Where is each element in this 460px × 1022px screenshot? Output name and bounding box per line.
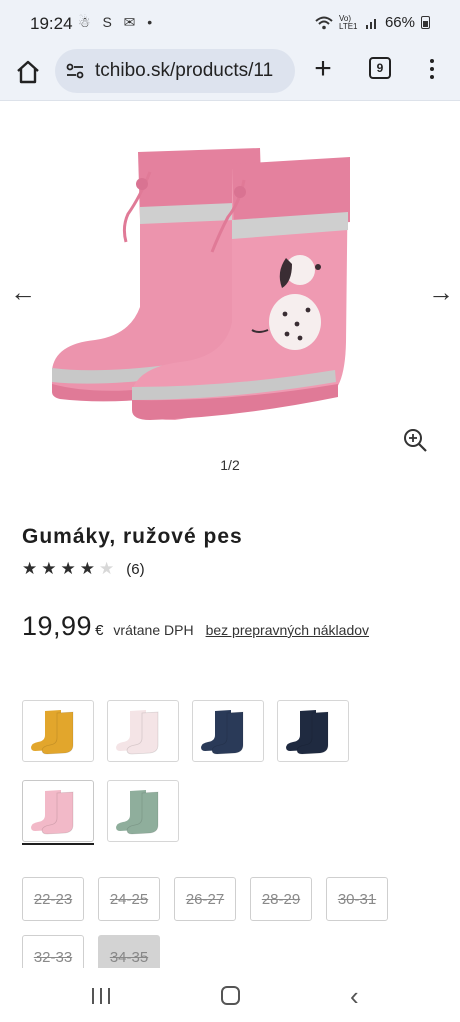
- system-icons: Vo) LTE1 66%: [315, 14, 430, 31]
- previous-image-arrow-icon[interactable]: ←: [10, 277, 36, 308]
- star-icon: ★: [41, 559, 57, 578]
- star-icon: ★: [22, 559, 38, 578]
- status-bar: 19:24 ☃ S ✉ • Vo) LTE1 66%: [0, 0, 460, 46]
- next-image-arrow-icon[interactable]: →: [428, 277, 454, 308]
- recent-apps-icon[interactable]: [92, 988, 110, 1004]
- back-nav-icon[interactable]: ‹: [350, 981, 359, 1012]
- notification-icons: ☃ S ✉ •: [78, 14, 157, 30]
- size-option-24-25[interactable]: 24-25: [98, 877, 160, 921]
- size-option-30-31[interactable]: 30-31: [326, 877, 388, 921]
- star-icon: ★: [60, 559, 76, 578]
- swatch-boot-image: [116, 710, 159, 755]
- size-option-22-23[interactable]: 22-23: [22, 877, 84, 921]
- address-bar[interactable]: tchibo.sk/products/11: [55, 49, 295, 93]
- system-navigation-bar: ‹: [0, 968, 460, 1022]
- color-swatch-yellow[interactable]: [22, 700, 94, 762]
- swatch-boot-image: [116, 790, 159, 835]
- browser-menu-button[interactable]: [422, 56, 442, 82]
- color-swatch-pink[interactable]: [22, 780, 94, 842]
- swatch-boot-image: [31, 790, 74, 835]
- rating-count: (6): [126, 560, 145, 578]
- image-counter: 1/2: [220, 457, 240, 473]
- browser-toolbar: tchibo.sk/products/11 + 9: [0, 46, 460, 101]
- battery-percent: 66%: [384, 14, 415, 31]
- size-option-26-27[interactable]: 26-27: [174, 877, 236, 921]
- price-row: 19,99 € vrátane DPH bez prepravných nákl…: [22, 611, 369, 642]
- size-option-28-29[interactable]: 28-29: [250, 877, 312, 921]
- color-swatch-sage-green[interactable]: [107, 780, 179, 842]
- star-empty-icon: ★: [99, 559, 115, 578]
- price: 19,99: [22, 611, 93, 641]
- product-title: Gumáky, ružové pes: [22, 525, 243, 548]
- new-tab-button[interactable]: +: [308, 54, 338, 84]
- wifi-icon: [315, 16, 333, 29]
- product-gallery: ← → 1/2: [0, 102, 460, 482]
- color-swatch-light-pink-white[interactable]: [107, 700, 179, 762]
- home-nav-icon[interactable]: [221, 986, 240, 1005]
- currency: €: [95, 622, 104, 639]
- network-type-label: Vo) LTE1: [338, 13, 358, 31]
- site-settings-icon[interactable]: [65, 61, 85, 81]
- product-image[interactable]: [0, 102, 460, 442]
- selected-swatch-indicator: [22, 843, 94, 845]
- swatch-boot-image: [286, 710, 329, 755]
- signal-icon: [365, 19, 376, 29]
- shipping-info-link[interactable]: bez prepravných nákladov: [206, 622, 369, 638]
- url-text: tchibo.sk/products/11: [95, 60, 274, 81]
- zoom-in-icon[interactable]: [402, 427, 428, 453]
- color-swatch-dark-navy[interactable]: [277, 700, 349, 762]
- status-time: 19:24: [30, 14, 73, 33]
- swatch-boot-image: [31, 710, 74, 755]
- product-rating[interactable]: ★ ★ ★ ★ ★ (6): [22, 559, 145, 579]
- home-icon[interactable]: [14, 58, 42, 86]
- swatch-boot-image: [201, 710, 244, 755]
- vat-note: vrátane DPH: [113, 622, 194, 638]
- tab-switcher-button[interactable]: 9: [369, 57, 391, 79]
- color-swatch-navy[interactable]: [192, 700, 264, 762]
- star-icon: ★: [79, 559, 95, 578]
- battery-icon: [421, 16, 430, 29]
